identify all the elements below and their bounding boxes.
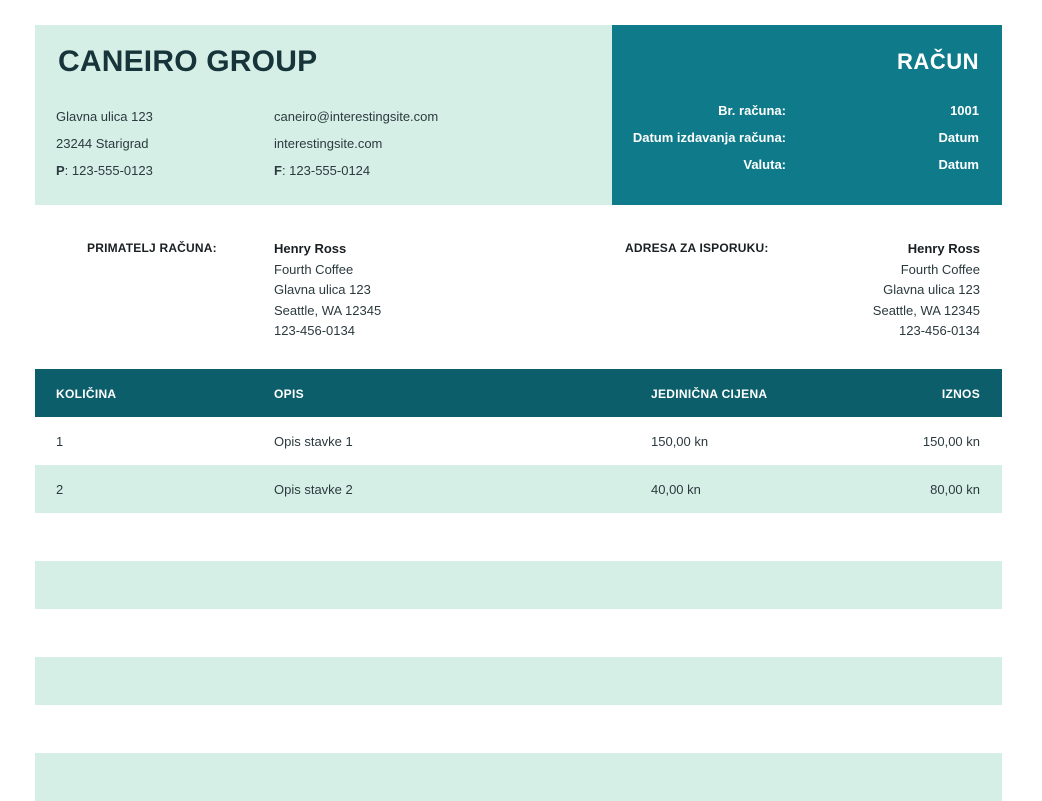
company-website: interestingsite.com (274, 136, 383, 151)
table-row (35, 753, 1002, 801)
ship-to-name: Henry Ross (907, 241, 980, 256)
invoice-number-label: Br. računa: (718, 103, 786, 118)
bill-to-name: Henry Ross (274, 241, 347, 256)
company-address-line1: Glavna ulica 123 (56, 109, 153, 124)
invoice-title: RAČUN (897, 49, 979, 74)
fax-value: : 123-555-0124 (281, 163, 371, 178)
phone-label: P (56, 163, 65, 178)
invoice-page: CANEIRO GROUP Glavna ulica 123 23244 Sta… (35, 25, 1002, 801)
bill-to-company: Fourth Coffee (274, 261, 354, 277)
cell-quantity: 2 (56, 482, 64, 497)
table-row: 2 Opis stavke 2 40,00 kn 80,00 kn (35, 465, 1002, 513)
header-description: OPIS (274, 387, 304, 401)
table-row (35, 705, 1002, 753)
bill-to-label: PRIMATELJ RAČUNA: (87, 241, 217, 255)
cell-unit-price: 40,00 kn (651, 482, 701, 497)
header-amount: IZNOS (941, 387, 980, 401)
bill-to-city: Seattle, WA 12345 (274, 302, 382, 318)
phone-value: : 123-555-0123 (64, 163, 153, 178)
bill-to-address: Henry Ross Fourth Coffee Glavna ulica 12… (274, 239, 381, 342)
ship-to-address: Henry Ross Fourth Coffee Glavna ulica 12… (873, 239, 980, 342)
table-row (35, 561, 1002, 609)
invoice-date-row: Datum izdavanja računa: Datum (612, 130, 1002, 157)
items-table: KOLIČINA OPIS JEDINIČNA CIJENA IZNOS 1 Op… (35, 369, 1002, 801)
invoice-number-value: 1001 (950, 103, 979, 118)
due-date-row: Valuta: Datum (612, 157, 1002, 184)
company-address-line2: 23244 Starigrad (56, 136, 149, 151)
ship-to-street: Glavna ulica 123 (883, 282, 980, 297)
table-row (35, 513, 1002, 561)
cell-amount: 150,00 kn (922, 434, 980, 449)
company-name: CANEIRO GROUP (58, 45, 318, 78)
company-panel: CANEIRO GROUP Glavna ulica 123 23244 Sta… (35, 25, 612, 205)
ship-to-label: ADRESA ZA ISPORUKU: (625, 241, 769, 255)
table-body: 1 Opis stavke 1 150,00 kn 150,00 kn 2 Opis st… (35, 417, 1002, 801)
cell-description: Opis stavke 2 (274, 482, 353, 497)
company-phone: P: 123-555-0123 (56, 157, 153, 184)
table-row (35, 609, 1002, 657)
invoice-date-label: Datum izdavanja računa: (632, 130, 786, 145)
cell-quantity: 1 (56, 434, 64, 449)
invoice-date-value: Datum (938, 130, 979, 145)
bill-to-street: Glavna ulica 123 (274, 282, 371, 297)
cell-description: Opis stavke 1 (274, 434, 353, 449)
due-date-value: Datum (938, 157, 979, 172)
address-section: PRIMATELJ RAČUNA: Henry Ross Fourth Coff… (35, 205, 1002, 369)
ship-to-company: Fourth Coffee (900, 261, 980, 277)
company-address: Glavna ulica 123 23244 Starigrad P: 123-… (56, 103, 153, 184)
ship-to-city: Seattle, WA 12345 (872, 302, 980, 318)
invoice-meta-panel: RAČUN Br. računa: 1001 Datum izdavanja r… (612, 25, 1002, 205)
company-fax: F: 123-555-0124 (274, 157, 438, 184)
header-unit-price: JEDINIČNA CIJENA (651, 387, 768, 401)
cell-amount: 80,00 kn (930, 482, 980, 497)
ship-to-phone: 123-456-0134 (899, 323, 980, 338)
cell-unit-price: 150,00 kn (651, 434, 709, 449)
fax-label: F (274, 163, 282, 178)
company-email: caneiro@interestingsite.com (274, 109, 439, 124)
company-contact: caneiro@interestingsite.com interestings… (274, 103, 438, 184)
table-row (35, 657, 1002, 705)
table-row: 1 Opis stavke 1 150,00 kn 150,00 kn (35, 417, 1002, 465)
invoice-number-row: Br. računa: 1001 (612, 103, 1002, 130)
bill-to-phone: 123-456-0134 (274, 323, 355, 338)
header-quantity: KOLIČINA (56, 387, 117, 401)
due-date-label: Valuta: (743, 157, 786, 172)
invoice-header: CANEIRO GROUP Glavna ulica 123 23244 Sta… (35, 25, 1002, 205)
table-header: KOLIČINA OPIS JEDINIČNA CIJENA IZNOS (35, 369, 1002, 417)
